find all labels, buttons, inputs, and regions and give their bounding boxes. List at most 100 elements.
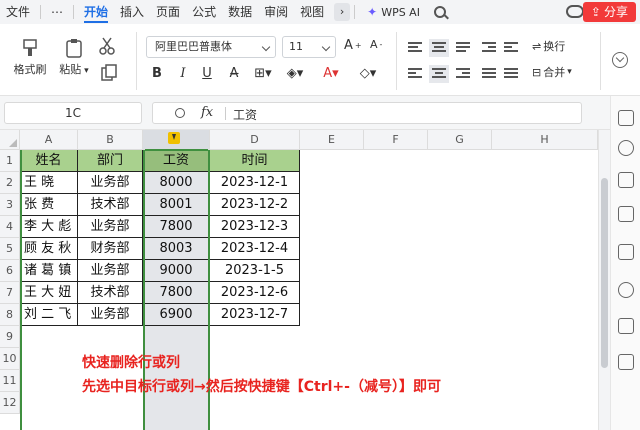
wps-ai-button[interactable]: ✦ WPS AI bbox=[367, 5, 420, 19]
properties-icon[interactable] bbox=[618, 244, 634, 260]
cloud-icon[interactable] bbox=[566, 5, 584, 18]
search-icon[interactable] bbox=[433, 6, 446, 18]
filter-icon[interactable] bbox=[618, 110, 634, 126]
align-middle-icon[interactable] bbox=[429, 39, 449, 57]
justify-icon[interactable] bbox=[482, 68, 496, 80]
tab-page[interactable]: 页面 bbox=[150, 0, 186, 24]
tab-formula[interactable]: 公式 bbox=[186, 0, 222, 24]
vertical-scrollbar[interactable] bbox=[598, 130, 610, 430]
table-cell[interactable]: 7800 bbox=[143, 282, 210, 304]
italic-button[interactable]: I bbox=[176, 64, 190, 84]
name-box[interactable]: 1C bbox=[4, 102, 142, 124]
column-header-e[interactable]: E bbox=[300, 130, 364, 150]
underline-button[interactable]: U bbox=[200, 64, 214, 84]
share-button[interactable]: ⇪ 分享 bbox=[582, 2, 636, 22]
row-header[interactable]: 1 bbox=[0, 150, 20, 172]
row-header[interactable]: 12 bbox=[0, 392, 20, 414]
table-cell[interactable]: 诸 葛 镇 bbox=[20, 260, 78, 282]
table-cell[interactable]: 财务部 bbox=[78, 238, 143, 260]
table-cell[interactable]: 9000 bbox=[143, 260, 210, 282]
ribbon-collapse-icon[interactable] bbox=[612, 52, 628, 68]
decrease-font-icon[interactable]: A- bbox=[370, 38, 382, 51]
align-left-icon[interactable] bbox=[408, 68, 422, 80]
row-header[interactable]: 4 bbox=[0, 216, 20, 238]
table-cell[interactable]: 6900 bbox=[143, 304, 210, 326]
column-header-f[interactable]: F bbox=[364, 130, 428, 150]
distributed-icon[interactable] bbox=[504, 68, 518, 80]
style-icon[interactable] bbox=[618, 172, 634, 188]
table-cell[interactable]: 2023-12-3 bbox=[210, 216, 300, 238]
zoom-icon[interactable] bbox=[175, 108, 185, 118]
table-cell[interactable]: 业务部 bbox=[78, 260, 143, 282]
table-cell[interactable]: 2023-12-6 bbox=[210, 282, 300, 304]
table-cell[interactable]: 业务部 bbox=[78, 216, 143, 238]
row-header[interactable]: 9 bbox=[0, 326, 20, 348]
font-name-select[interactable]: 阿里巴巴普惠体 bbox=[146, 36, 276, 58]
table-cell[interactable]: 2023-12-7 bbox=[210, 304, 300, 326]
table-cell[interactable]: 李 大 彪 bbox=[20, 216, 78, 238]
wrap-text-button[interactable]: ⇌ 换行 bbox=[532, 38, 565, 54]
tab-view[interactable]: 视图 bbox=[294, 0, 330, 24]
merge-button[interactable]: ⊟ 合并 ▾ bbox=[532, 64, 572, 80]
table-header-cell[interactable]: 部门 bbox=[78, 150, 143, 172]
font-color-icon[interactable]: A▾ bbox=[318, 64, 344, 84]
column-header-g[interactable]: G bbox=[428, 130, 492, 150]
table-cell[interactable]: 业务部 bbox=[78, 304, 143, 326]
select-all-corner[interactable] bbox=[0, 130, 20, 150]
row-header[interactable]: 5 bbox=[0, 238, 20, 260]
table-cell[interactable]: 8001 bbox=[143, 194, 210, 216]
tab-review[interactable]: 审阅 bbox=[258, 0, 294, 24]
table-cell[interactable]: 7800 bbox=[143, 216, 210, 238]
table-header-cell[interactable]: 时间 bbox=[210, 150, 300, 172]
paste-button[interactable]: 粘贴 ▾ bbox=[56, 38, 92, 77]
table-cell[interactable]: 王 晓 bbox=[20, 172, 78, 194]
table-cell[interactable]: 2023-12-4 bbox=[210, 238, 300, 260]
table-cell[interactable]: 王 大 妞 bbox=[20, 282, 78, 304]
table-cell[interactable]: 张 费 bbox=[20, 194, 78, 216]
table-cell[interactable]: 业务部 bbox=[78, 172, 143, 194]
table-cell[interactable]: 顾 友 秋 bbox=[20, 238, 78, 260]
clear-format-icon[interactable]: ◇▾ bbox=[354, 64, 382, 84]
row-header[interactable]: 3 bbox=[0, 194, 20, 216]
menu-file[interactable]: 文件 bbox=[0, 0, 36, 24]
tabs-next-button[interactable]: › bbox=[334, 3, 351, 21]
align-top-icon[interactable] bbox=[408, 42, 422, 54]
font-size-select[interactable]: 11 bbox=[282, 36, 336, 58]
cut-button[interactable] bbox=[96, 36, 116, 59]
format-painter-button[interactable]: 格式刷 bbox=[12, 38, 48, 77]
formula-input[interactable]: fx 工资 bbox=[152, 102, 582, 124]
table-cell[interactable]: 刘 二 飞 bbox=[20, 304, 78, 326]
share-panel-icon[interactable] bbox=[618, 206, 634, 222]
column-header-a[interactable]: A bbox=[20, 130, 78, 150]
table-cell[interactable]: 技术部 bbox=[78, 194, 143, 216]
column-header-b[interactable]: B bbox=[78, 130, 143, 150]
increase-font-icon[interactable]: A + bbox=[344, 38, 362, 53]
fill-color-icon[interactable]: ◈▾ bbox=[282, 64, 308, 84]
book-icon[interactable] bbox=[618, 318, 634, 334]
row-header[interactable]: 8 bbox=[0, 304, 20, 326]
row-header[interactable]: 6 bbox=[0, 260, 20, 282]
align-bottom-icon[interactable] bbox=[456, 42, 470, 54]
tab-data[interactable]: 数据 bbox=[222, 0, 258, 24]
location-icon[interactable] bbox=[618, 282, 634, 298]
column-header-d[interactable]: D bbox=[210, 130, 300, 150]
indent-increase-icon[interactable] bbox=[504, 42, 518, 54]
border-icon[interactable]: ⊞▾ bbox=[250, 64, 276, 84]
table-cell[interactable]: 技术部 bbox=[78, 282, 143, 304]
table-cell[interactable]: 2023-1-5 bbox=[210, 260, 300, 282]
strikethrough-icon[interactable]: A̶ bbox=[224, 64, 244, 84]
copy-button[interactable] bbox=[96, 64, 124, 87]
table-cell[interactable]: 8003 bbox=[143, 238, 210, 260]
table-cell[interactable]: 2023-12-1 bbox=[210, 172, 300, 194]
table-header-cell[interactable]: 姓名 bbox=[20, 150, 78, 172]
indent-decrease-icon[interactable] bbox=[482, 42, 496, 54]
column-header-h[interactable]: H bbox=[492, 130, 598, 150]
align-right-icon[interactable] bbox=[456, 68, 470, 80]
spreadsheet-grid[interactable]: A B C D E F G H 1 2 3 4 5 6 7 8 9 10 11 … bbox=[0, 130, 598, 430]
image-icon[interactable] bbox=[618, 354, 634, 370]
table-cell[interactable]: 8000 bbox=[143, 172, 210, 194]
fx-icon[interactable]: fx bbox=[201, 105, 213, 120]
settings-icon[interactable] bbox=[618, 140, 634, 156]
formula-value[interactable]: 工资 bbox=[233, 106, 257, 123]
scrollbar-thumb[interactable] bbox=[601, 178, 608, 368]
